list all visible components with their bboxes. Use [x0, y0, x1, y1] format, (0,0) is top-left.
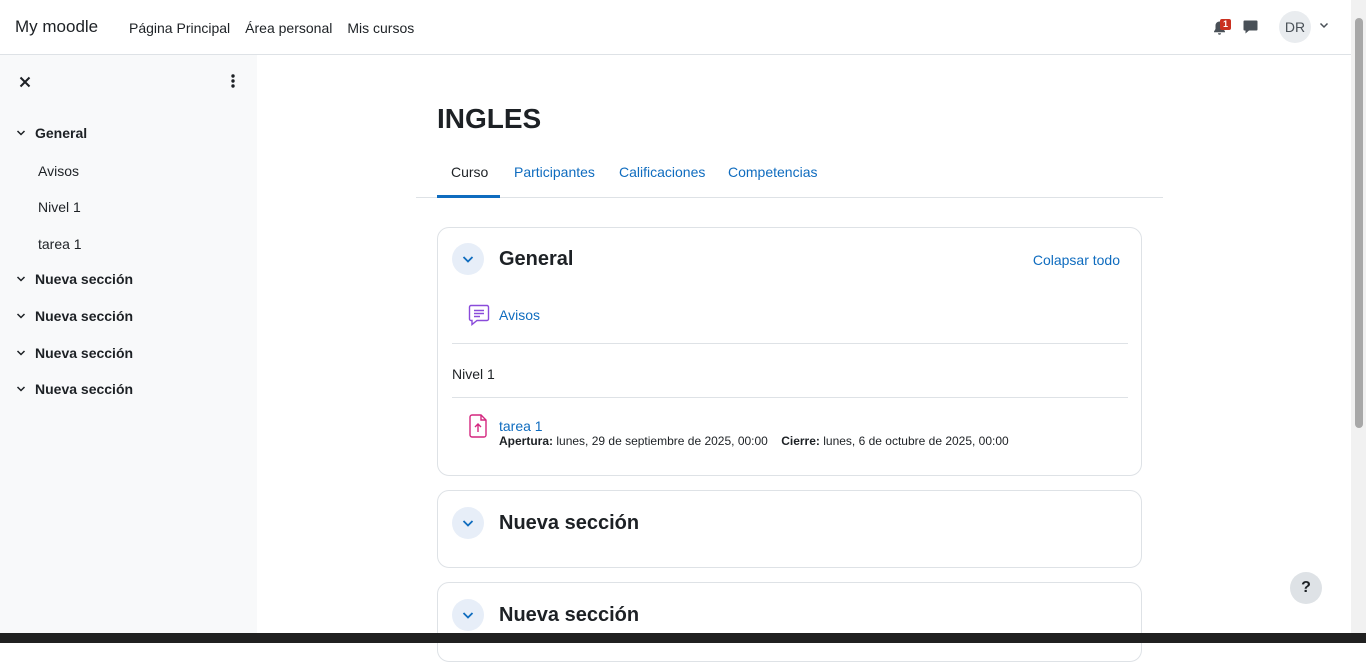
nav-home-link[interactable]: Página Principal — [129, 20, 230, 36]
chevron-down-icon — [462, 612, 474, 619]
user-avatar[interactable]: DR — [1279, 11, 1311, 43]
drawer-section-label: Nueva sección — [35, 345, 134, 361]
activity-divider — [452, 343, 1128, 344]
course-tabs: Curso Participantes Calificaciones Compe… — [416, 155, 1163, 198]
os-taskbar — [0, 633, 1366, 643]
section-title[interactable]: General — [499, 248, 573, 271]
drawer-section-label: General — [35, 125, 88, 141]
chevron-down-icon — [462, 256, 474, 263]
notifications-button[interactable]: 1 — [1211, 17, 1232, 37]
section-card-nueva-2: Nueva sección — [437, 582, 1142, 662]
activity-divider — [452, 397, 1128, 398]
chat-icon — [1243, 20, 1258, 34]
drawer-section-label: Nueva sección — [35, 308, 134, 324]
drawer-item-avisos[interactable]: Avisos — [38, 163, 79, 179]
tab-participantes[interactable]: Participantes — [514, 164, 595, 180]
section-card-nueva-1: Nueva sección — [437, 490, 1142, 568]
close-date-value: lunes, 6 de octubre de 2025, 00:00 — [823, 434, 1009, 448]
drawer-section-general[interactable]: General — [15, 125, 87, 141]
drawer-section-nueva-4[interactable]: Nueva sección — [15, 381, 133, 397]
text-label-activity: Nivel 1 — [452, 366, 495, 382]
drawer-item-nivel-1[interactable]: Nivel 1 — [38, 199, 81, 215]
page-scrollbar[interactable] — [1351, 0, 1366, 633]
page-title: INGLES — [437, 103, 542, 134]
user-tools: 1 DR — [1211, 11, 1329, 43]
active-tab-indicator — [437, 195, 500, 198]
assignment-link[interactable]: tarea 1 — [499, 418, 543, 434]
drawer-section-nueva-3[interactable]: Nueva sección — [15, 345, 133, 361]
drawer-item-tarea-1[interactable]: tarea 1 — [38, 236, 82, 252]
more-options-icon[interactable] — [225, 72, 241, 90]
section-collapse-button[interactable] — [452, 507, 484, 539]
nav-dashboard-link[interactable]: Área personal — [245, 20, 332, 36]
course-index-drawer: General Avisos Nivel 1 tarea 1 Nueva sec… — [0, 55, 257, 633]
drawer-section-nueva-2[interactable]: Nueva sección — [15, 308, 133, 324]
section-title[interactable]: Nueva sección — [499, 604, 639, 627]
chevron-down-icon[interactable] — [1319, 20, 1329, 30]
help-button[interactable]: ? — [1290, 572, 1322, 604]
tab-competencias[interactable]: Competencias — [728, 164, 818, 180]
chevron-down-icon[interactable] — [15, 127, 27, 139]
section-title[interactable]: Nueva sección — [499, 512, 639, 535]
primary-navigation: Página Principal Área personal Mis curso… — [129, 20, 429, 36]
forum-icon — [466, 302, 492, 328]
nav-my-courses-link[interactable]: Mis cursos — [347, 20, 414, 36]
chevron-down-icon — [462, 520, 474, 527]
scrollbar-thumb[interactable] — [1355, 18, 1363, 428]
messages-button[interactable] — [1241, 17, 1261, 37]
chevron-down-icon[interactable] — [15, 383, 27, 395]
top-navbar: My moodle Página Principal Área personal… — [0, 0, 1351, 55]
section-card-general: General Colapsar todo Avisos Nivel 1 tar… — [437, 227, 1142, 476]
close-date-label: Cierre: — [781, 434, 820, 448]
collapse-all-link[interactable]: Colapsar todo — [1033, 252, 1120, 268]
chevron-down-icon[interactable] — [15, 273, 27, 285]
assignment-dates: Apertura: lunes, 29 de septiembre de 202… — [499, 434, 1009, 448]
chevron-down-icon[interactable] — [15, 347, 27, 359]
notification-count-badge: 1 — [1220, 19, 1232, 30]
drawer-section-label: Nueva sección — [35, 271, 134, 287]
open-date-label: Apertura: — [499, 434, 554, 448]
chevron-down-icon[interactable] — [15, 310, 27, 322]
site-brand[interactable]: My moodle — [15, 17, 98, 37]
section-collapse-button[interactable] — [452, 243, 484, 275]
section-collapse-button[interactable] — [452, 599, 484, 631]
close-icon[interactable] — [17, 74, 33, 90]
open-date-value: lunes, 29 de septiembre de 2025, 00:00 — [556, 434, 768, 448]
activity-forum: Avisos — [466, 302, 540, 328]
tab-calificaciones[interactable]: Calificaciones — [619, 164, 705, 180]
drawer-section-label: Nueva sección — [35, 381, 134, 397]
assignment-icon — [466, 413, 492, 439]
tab-curso[interactable]: Curso — [451, 164, 488, 180]
drawer-section-nueva-1[interactable]: Nueva sección — [15, 271, 133, 287]
forum-link[interactable]: Avisos — [499, 307, 540, 323]
